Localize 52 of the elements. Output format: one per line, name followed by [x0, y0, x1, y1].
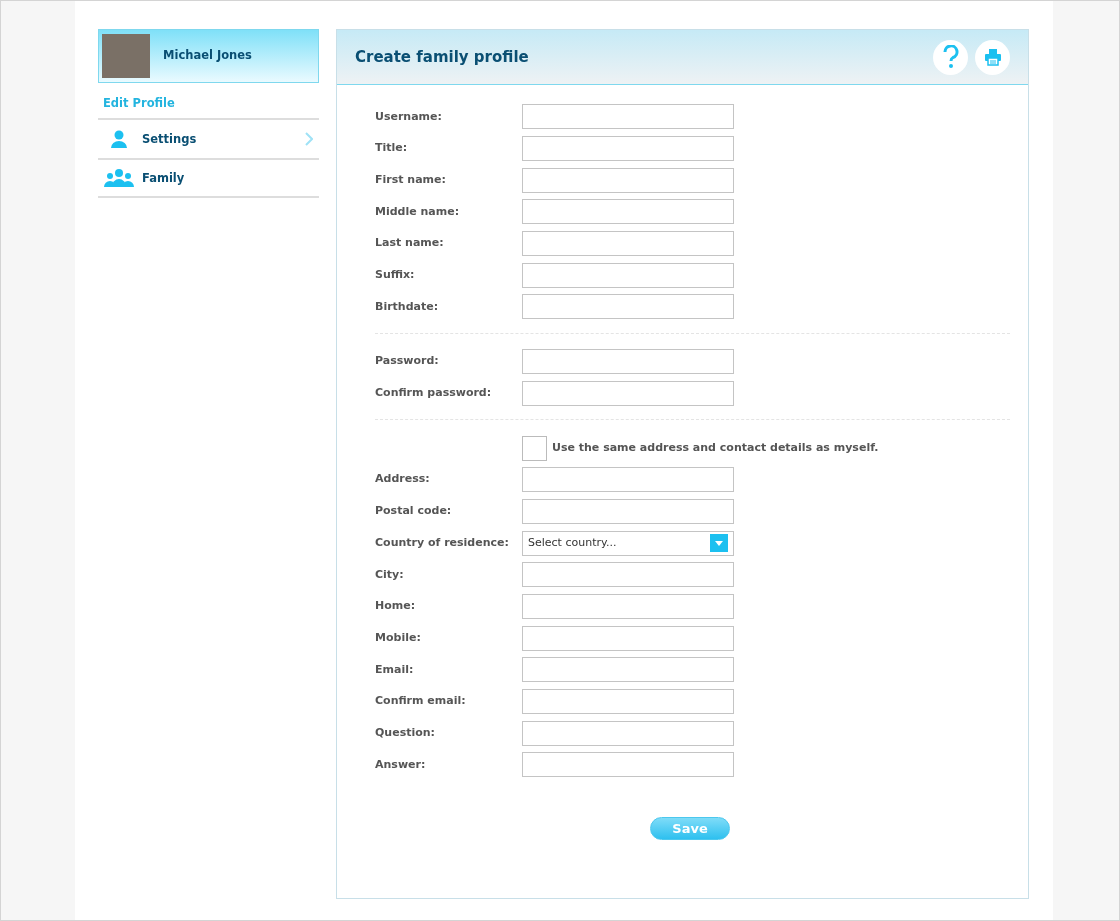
input-field[interactable]	[522, 625, 734, 651]
input-field[interactable]	[522, 720, 734, 746]
input-field[interactable]	[522, 752, 734, 778]
field-label: Address:	[375, 471, 431, 488]
help-button[interactable]	[933, 39, 968, 75]
person-icon	[110, 130, 128, 149]
checkbox[interactable]	[522, 435, 547, 461]
field-label: Suffix:	[375, 267, 416, 284]
input-field[interactable]	[522, 380, 734, 406]
field-label: Country of residence:	[375, 534, 510, 551]
caret-down-icon	[715, 540, 723, 546]
field-label: Postal code:	[375, 503, 453, 520]
field-label: Home:	[375, 598, 417, 615]
print-button[interactable]	[975, 39, 1010, 75]
country-dropdown[interactable]: Select country...	[522, 530, 734, 556]
field-label: Question:	[375, 724, 436, 741]
field-label: Password:	[375, 353, 440, 370]
field-label: Title:	[375, 140, 409, 157]
people-icon	[104, 169, 134, 188]
question-mark-icon	[942, 45, 959, 69]
field-label: Birthdate:	[375, 298, 440, 315]
input-field[interactable]	[522, 104, 734, 130]
sidebar-item[interactable]: Settings	[98, 118, 319, 159]
input-field[interactable]	[522, 136, 734, 162]
field-label: City:	[375, 566, 405, 583]
field-label: Email:	[375, 661, 415, 678]
input-field[interactable]	[522, 467, 734, 493]
input-field[interactable]	[522, 231, 734, 257]
input-field[interactable]	[522, 199, 734, 225]
input-field[interactable]	[522, 262, 734, 288]
field-label: Middle name:	[375, 203, 461, 220]
field-label: Mobile:	[375, 629, 422, 646]
field-label: Confirm password:	[375, 385, 493, 402]
field-label: Answer:	[375, 756, 427, 773]
field-label: First name:	[375, 171, 447, 188]
input-field[interactable]	[522, 498, 734, 524]
panel-title: Create family profile	[355, 48, 529, 66]
input-field[interactable]	[522, 593, 734, 619]
input-field[interactable]	[522, 167, 734, 193]
field-label: Last name:	[375, 235, 445, 252]
photo-placeholder	[102, 34, 150, 78]
input-field[interactable]	[522, 349, 734, 375]
input-field[interactable]	[522, 657, 734, 683]
input-field[interactable]	[522, 294, 734, 320]
input-field[interactable]	[522, 562, 734, 588]
field-label: Confirm email:	[375, 693, 467, 710]
sidebar-item[interactable]: Family	[98, 158, 319, 199]
user-name: Michael Jones	[163, 47, 252, 65]
printer-icon	[983, 48, 1002, 66]
input-field[interactable]	[522, 689, 734, 715]
field-label: Username:	[375, 108, 443, 125]
checkbox-label: Use the same address and contact details as myself.	[552, 439, 879, 456]
